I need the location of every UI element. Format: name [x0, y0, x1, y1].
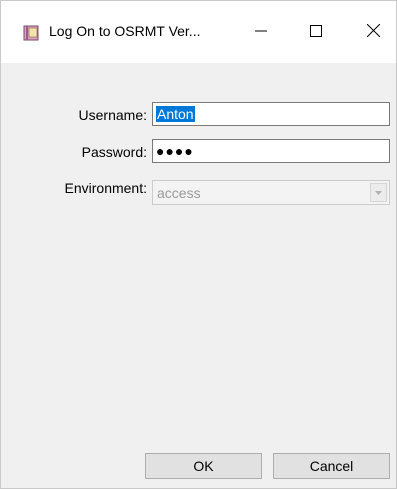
minimize-button[interactable] [239, 15, 283, 49]
maximize-button[interactable] [294, 15, 338, 49]
logon-dialog: Log On to OSRMT Ver... Username: Anton P… [0, 0, 397, 489]
password-label: Password: [81, 144, 147, 160]
dialog-body: Username: Anton Password: ●●●● Environme… [1, 63, 396, 488]
close-button[interactable] [351, 15, 395, 49]
book-icon [23, 25, 39, 41]
username-label: Username: [78, 107, 147, 123]
maximize-icon [310, 24, 322, 40]
environment-value: access [157, 184, 201, 201]
password-value: ●●●● [156, 143, 194, 159]
cancel-button[interactable]: Cancel [273, 453, 390, 479]
username-value: Anton [156, 106, 195, 122]
title-bar[interactable]: Log On to OSRMT Ver... [1, 1, 396, 63]
username-field[interactable]: Anton [152, 102, 390, 126]
close-icon [366, 23, 380, 40]
password-field[interactable]: ●●●● [152, 139, 390, 163]
window-title: Log On to OSRMT Ver... [49, 23, 201, 39]
environment-label: Environment: [64, 180, 147, 196]
chevron-down-icon[interactable] [370, 183, 387, 202]
ok-button[interactable]: OK [145, 453, 262, 479]
minimize-icon [255, 25, 267, 40]
environment-select[interactable]: access [152, 180, 390, 205]
